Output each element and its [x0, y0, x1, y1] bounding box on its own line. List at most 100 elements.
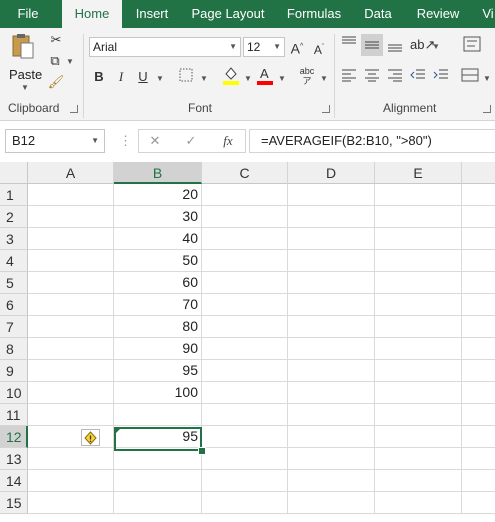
- cell-overflow-9[interactable]: [462, 360, 495, 382]
- cut-icon[interactable]: ✂: [47, 31, 65, 49]
- cell-overflow-12[interactable]: [462, 426, 495, 448]
- cell-e6[interactable]: [375, 294, 462, 316]
- cell-c15[interactable]: [202, 492, 288, 514]
- borders-icon[interactable]: [178, 68, 194, 87]
- cell-overflow-13[interactable]: [462, 448, 495, 470]
- cell-b11[interactable]: [114, 404, 202, 426]
- paste-dropdown-icon[interactable]: ▼: [21, 83, 29, 92]
- cell-c14[interactable]: [202, 470, 288, 492]
- cell-d8[interactable]: [288, 338, 375, 360]
- cell-c9[interactable]: [202, 360, 288, 382]
- tab-view[interactable]: Vi: [478, 0, 495, 28]
- cell-c3[interactable]: [202, 228, 288, 250]
- cell-d11[interactable]: [288, 404, 375, 426]
- underline-icon[interactable]: U: [136, 68, 150, 86]
- fill-handle[interactable]: [198, 447, 206, 455]
- cell-e13[interactable]: [375, 448, 462, 470]
- cell-overflow-6[interactable]: [462, 294, 495, 316]
- cell-c1[interactable]: [202, 184, 288, 206]
- cell-c8[interactable]: [202, 338, 288, 360]
- italic-icon[interactable]: I: [114, 68, 128, 86]
- font-name-combo[interactable]: Arial ▼: [89, 37, 241, 57]
- cell-e10[interactable]: [375, 382, 462, 404]
- column-header-d[interactable]: D: [288, 162, 375, 184]
- align-center-icon[interactable]: [363, 68, 381, 87]
- cell-overflow-4[interactable]: [462, 250, 495, 272]
- cell-d9[interactable]: [288, 360, 375, 382]
- font-launcher-icon[interactable]: [322, 105, 330, 113]
- cell-d1[interactable]: [288, 184, 375, 206]
- increase-indent-icon[interactable]: [432, 68, 450, 87]
- cell-b6[interactable]: 70: [114, 294, 202, 316]
- cell-a5[interactable]: [28, 272, 114, 294]
- cell-overflow-14[interactable]: [462, 470, 495, 492]
- cell-b15[interactable]: [114, 492, 202, 514]
- cell-a1[interactable]: [28, 184, 114, 206]
- orientation-dropdown-icon[interactable]: ▼: [432, 42, 440, 51]
- align-middle-icon[interactable]: [361, 34, 383, 56]
- cell-b3[interactable]: 40: [114, 228, 202, 250]
- cell-e2[interactable]: [375, 206, 462, 228]
- cell-d3[interactable]: [288, 228, 375, 250]
- cell-a10[interactable]: [28, 382, 114, 404]
- cell-b2[interactable]: 30: [114, 206, 202, 228]
- borders-dropdown-icon[interactable]: ▼: [200, 74, 208, 83]
- format-painter-icon[interactable]: 🖌: [47, 73, 65, 91]
- cell-b10[interactable]: 100: [114, 382, 202, 404]
- decrease-indent-icon[interactable]: [409, 68, 427, 87]
- cell-e15[interactable]: [375, 492, 462, 514]
- align-left-icon[interactable]: [340, 68, 358, 87]
- tab-formulas[interactable]: Formulas: [282, 0, 346, 28]
- cell-d10[interactable]: [288, 382, 375, 404]
- decrease-font-icon[interactable]: Aˇ: [312, 39, 326, 59]
- cell-overflow-15[interactable]: [462, 492, 495, 514]
- column-header-c[interactable]: C: [202, 162, 288, 184]
- cell-b14[interactable]: [114, 470, 202, 492]
- cell-e4[interactable]: [375, 250, 462, 272]
- row-header-1[interactable]: 1: [0, 184, 28, 206]
- font-size-combo[interactable]: 12 ▼: [243, 37, 285, 57]
- cell-a9[interactable]: [28, 360, 114, 382]
- cell-a11[interactable]: [28, 404, 114, 426]
- cell-c13[interactable]: [202, 448, 288, 470]
- tab-page-layout[interactable]: Page Layout: [188, 0, 268, 28]
- merge-dropdown-icon[interactable]: ▼: [483, 74, 491, 83]
- align-top-icon[interactable]: [340, 36, 358, 55]
- column-header-more[interactable]: [462, 162, 495, 184]
- cell-b13[interactable]: [114, 448, 202, 470]
- cell-c12[interactable]: [202, 426, 288, 448]
- cell-a2[interactable]: [28, 206, 114, 228]
- underline-dropdown-icon[interactable]: ▼: [156, 74, 164, 83]
- row-header-8[interactable]: 8: [0, 338, 28, 360]
- column-header-a[interactable]: A: [28, 162, 114, 184]
- orientation-icon[interactable]: ab↗: [410, 36, 435, 54]
- row-header-5[interactable]: 5: [0, 272, 28, 294]
- cell-c5[interactable]: [202, 272, 288, 294]
- merge-center-icon[interactable]: [460, 68, 480, 87]
- row-header-15[interactable]: 15: [0, 492, 28, 514]
- phonetic-icon[interactable]: abc ア: [298, 66, 316, 86]
- align-bottom-icon[interactable]: [386, 38, 404, 57]
- cell-a7[interactable]: [28, 316, 114, 338]
- paste-label[interactable]: Paste: [9, 67, 42, 82]
- cell-a14[interactable]: [28, 470, 114, 492]
- select-all-corner[interactable]: [0, 162, 28, 184]
- cancel-icon[interactable]: ✕: [147, 132, 163, 150]
- cell-e9[interactable]: [375, 360, 462, 382]
- cell-overflow-7[interactable]: [462, 316, 495, 338]
- row-header-6[interactable]: 6: [0, 294, 28, 316]
- cell-overflow-10[interactable]: [462, 382, 495, 404]
- cell-e14[interactable]: [375, 470, 462, 492]
- increase-font-icon[interactable]: A^: [290, 38, 304, 58]
- cell-a6[interactable]: [28, 294, 114, 316]
- row-header-2[interactable]: 2: [0, 206, 28, 228]
- tab-review[interactable]: Review: [412, 0, 464, 28]
- fill-color-icon[interactable]: [222, 64, 240, 91]
- font-color-icon[interactable]: A: [256, 64, 274, 91]
- cell-a15[interactable]: [28, 492, 114, 514]
- cell-c2[interactable]: [202, 206, 288, 228]
- insert-function-icon[interactable]: fx: [219, 132, 237, 150]
- cell-e7[interactable]: [375, 316, 462, 338]
- row-header-13[interactable]: 13: [0, 448, 28, 470]
- cell-overflow-3[interactable]: [462, 228, 495, 250]
